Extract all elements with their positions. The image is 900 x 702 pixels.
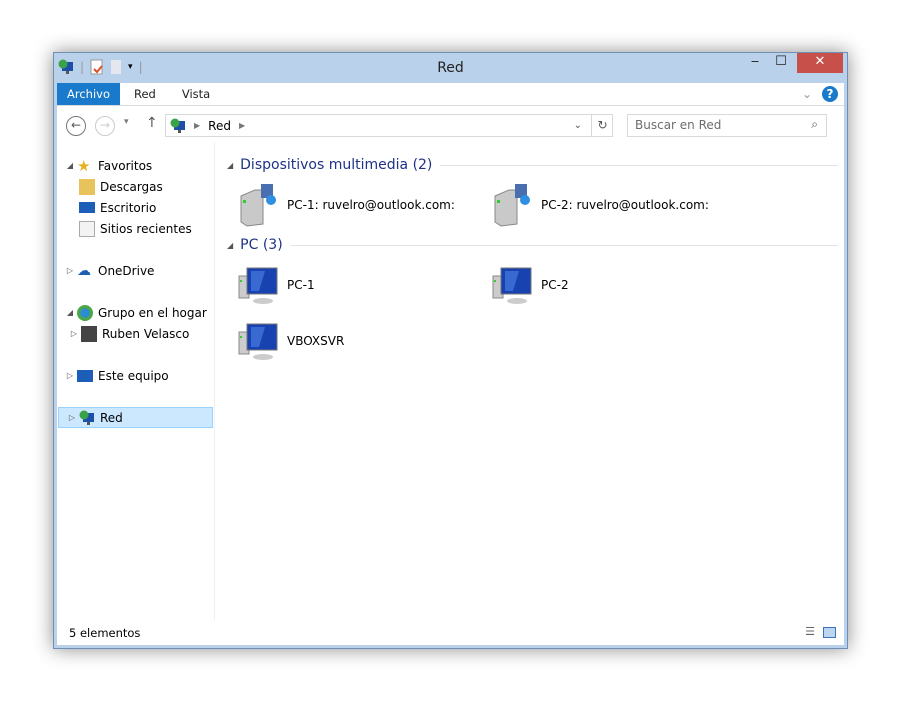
refresh-button[interactable]: ↻ <box>591 114 613 137</box>
item-label: PC-1: ruvelro@outlook.com: <box>287 198 455 212</box>
search-placeholder: Buscar en Red <box>635 118 722 132</box>
maximize-button[interactable]: ☐ <box>767 53 795 73</box>
title-bar: | ▾ | Red ‒ ☐ ✕ <box>54 53 847 83</box>
network-computer-icon <box>492 267 532 304</box>
nav-este-equipo[interactable]: ▷ Este equipo <box>57 365 214 386</box>
group-title: PC (3) <box>240 237 283 253</box>
group-header-pc[interactable]: ◢ PC (3) <box>227 233 838 257</box>
network-computer-icon <box>238 267 278 304</box>
nav-label: Red <box>100 410 123 425</box>
nav-label: Grupo en el hogar <box>98 305 207 320</box>
nav-sitios-recientes[interactable]: Sitios recientes <box>57 218 214 239</box>
help-icon[interactable]: ? <box>822 86 838 102</box>
nav-ruben-velasco[interactable]: ▷ Ruben Velasco <box>57 323 214 344</box>
window-title: Red <box>437 60 464 76</box>
media-device-item[interactable]: PC-1: ruvelro@outlook.com: <box>227 177 481 233</box>
tab-vista[interactable]: Vista <box>170 83 222 105</box>
navigation-pane: ◢ ★ Favoritos Descargas Escritorio Sitios … <box>57 142 215 620</box>
nav-label: OneDrive <box>98 263 155 278</box>
item-label: VBOXSVR <box>287 334 345 348</box>
user-avatar-icon <box>81 325 97 342</box>
computer-item[interactable]: PC-1 <box>227 257 481 313</box>
downloads-folder-icon <box>79 178 95 195</box>
nav-grupo-hogar[interactable]: ◢ Grupo en el hogar <box>57 302 214 323</box>
item-label: PC-2 <box>541 278 569 292</box>
nav-red[interactable]: ▷ Red <box>58 407 213 428</box>
item-label: PC-1 <box>287 278 315 292</box>
computer-item[interactable]: PC-2 <box>481 257 735 313</box>
nav-escritorio[interactable]: Escritorio <box>57 197 214 218</box>
tab-archivo[interactable]: Archivo <box>57 83 120 105</box>
large-icons-view-icon[interactable] <box>823 627 836 638</box>
network-icon <box>170 118 185 133</box>
status-bar: 5 elementos ☰ <box>57 620 844 645</box>
up-button[interactable]: ↑ <box>146 115 158 131</box>
explorer-window: | ▾ | Red ‒ ☐ ✕ Archivo Red Vista ⌄ ? ← … <box>53 52 848 649</box>
nav-label: Favoritos <box>98 158 153 173</box>
breadcrumb-red[interactable]: Red <box>208 119 231 133</box>
cloud-icon: ☁ <box>77 262 91 279</box>
address-dropdown-icon[interactable]: ⌄ <box>574 120 582 131</box>
minimize-button[interactable]: ‒ <box>741 53 769 73</box>
nav-label: Descargas <box>100 179 163 194</box>
navigation-bar: ← → ▾ ↑ ▶ Red ▶ ⌄ ↻ Buscar en Red ⌕ <box>57 106 844 142</box>
media-server-icon <box>494 184 530 227</box>
breadcrumb-chevron-icon[interactable]: ▶ <box>194 121 200 130</box>
item-count: 5 elementos <box>69 626 141 640</box>
network-computer-icon <box>238 323 278 360</box>
item-label: PC-2: ruvelro@outlook.com: <box>541 198 709 212</box>
close-button[interactable]: ✕ <box>797 53 843 73</box>
nav-onedrive[interactable]: ▷ ☁ OneDrive <box>57 260 214 281</box>
nav-label: Este equipo <box>98 368 169 383</box>
nav-label: Ruben Velasco <box>102 326 190 341</box>
nav-descargas[interactable]: Descargas <box>57 176 214 197</box>
details-view-icon[interactable]: ☰ <box>805 625 815 638</box>
media-server-icon <box>240 184 276 227</box>
expand-ribbon-icon[interactable]: ⌄ <box>802 87 812 101</box>
back-button[interactable]: ← <box>66 116 86 136</box>
recent-locations-icon[interactable]: ▾ <box>124 117 129 127</box>
nav-favoritos[interactable]: ◢ ★ Favoritos <box>57 155 214 176</box>
computer-icon <box>77 369 93 382</box>
ribbon: Archivo Red Vista ⌄ ? <box>57 83 844 106</box>
search-input[interactable]: Buscar en Red ⌕ <box>627 114 827 137</box>
media-device-item[interactable]: PC-2: ruvelro@outlook.com: <box>481 177 735 233</box>
search-icon[interactable]: ⌕ <box>811 117 818 132</box>
nav-label: Escritorio <box>100 200 157 215</box>
nav-label: Sitios recientes <box>100 221 192 236</box>
group-header-multimedia[interactable]: ◢ Dispositivos multimedia (2) <box>227 153 838 177</box>
homegroup-icon <box>77 304 93 321</box>
recent-places-icon <box>79 220 95 237</box>
group-title: Dispositivos multimedia (2) <box>240 157 433 173</box>
tab-red[interactable]: Red <box>120 83 170 105</box>
computer-item[interactable]: VBOXSVR <box>227 313 481 369</box>
address-bar[interactable]: ▶ Red ▶ ⌄ <box>165 114 613 137</box>
star-icon: ★ <box>77 156 91 175</box>
network-icon <box>79 410 94 425</box>
forward-button[interactable]: → <box>95 116 115 136</box>
breadcrumb-chevron-icon[interactable]: ▶ <box>239 121 245 130</box>
desktop-icon <box>79 202 95 213</box>
file-list: ◢ Dispositivos multimedia (2) PC-1: ruvel… <box>227 142 838 620</box>
